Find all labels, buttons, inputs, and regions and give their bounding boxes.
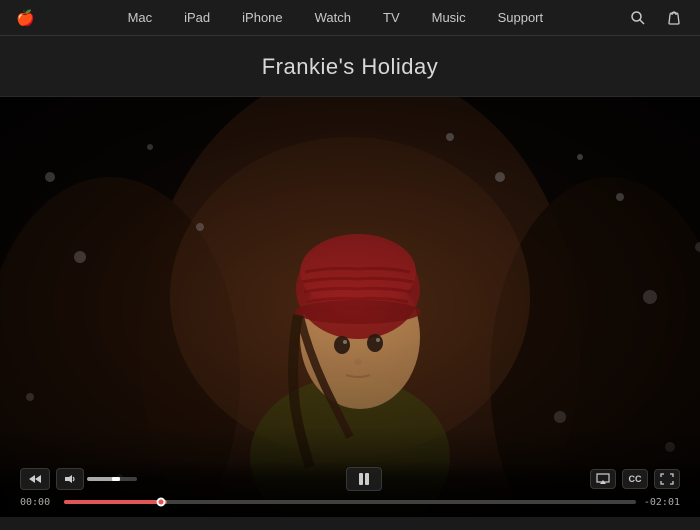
mute-button[interactable] [56,468,84,490]
title-area: Frankie's Holiday [0,36,700,97]
nav-item-ipad[interactable]: iPad [168,0,226,36]
controls-buttons-row: CC [0,465,700,493]
bag-button[interactable] [656,0,692,36]
progress-bar[interactable] [64,500,636,504]
video-player[interactable]: CC 00:00 -02:01 [0,97,700,517]
rewind-icon [28,474,42,484]
rewind-button[interactable] [20,468,50,490]
pause-button[interactable] [346,467,382,491]
captions-button[interactable]: CC [622,469,648,489]
video-controls: CC 00:00 -02:01 [0,461,700,517]
video-art-overlay [0,97,700,517]
navigation-bar: 🍎 Mac iPad iPhone Watch TV Music Support [0,0,700,36]
volume-icon [64,474,76,484]
volume-knob [112,477,120,481]
search-button[interactable] [620,0,656,36]
controls-progress-row: 00:00 -02:01 [0,493,700,511]
nav-item-music[interactable]: Music [416,0,482,36]
nav-item-watch[interactable]: Watch [299,0,367,36]
progress-fill [64,500,167,504]
time-remaining: -02:01 [642,497,680,508]
nav-item-tv[interactable]: TV [367,0,416,36]
progress-knob [157,498,166,507]
nav-item-iphone[interactable]: iPhone [226,0,298,36]
fullscreen-button[interactable] [654,469,680,489]
bag-icon [666,10,682,26]
nav-item-support[interactable]: Support [482,0,560,36]
airplay-button[interactable] [590,469,616,489]
nav-item-mac[interactable]: Mac [112,0,169,36]
time-current: 00:00 [20,497,58,508]
pause-icon [357,472,371,486]
airplay-icon [595,472,611,486]
page-title: Frankie's Holiday [0,54,700,80]
apple-logo-button[interactable]: 🍎 [0,0,51,36]
search-icon [630,10,646,26]
volume-bar[interactable] [87,477,137,481]
nav-links: Mac iPad iPhone Watch TV Music Support [51,0,620,36]
fullscreen-icon [660,473,674,485]
nav-utility-icons [620,0,692,36]
volume-control-group [56,468,137,490]
